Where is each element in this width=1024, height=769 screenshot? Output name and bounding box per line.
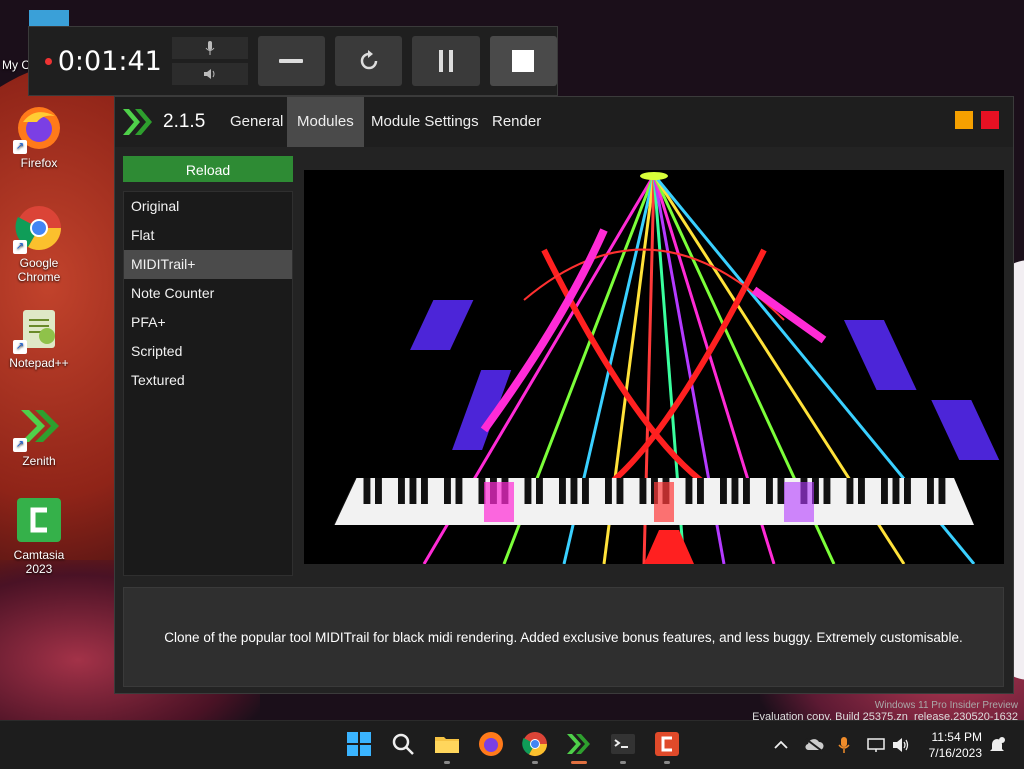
module-item-original[interactable]: Original <box>124 192 292 221</box>
terminal-icon[interactable] <box>610 731 636 757</box>
chevron-up-icon[interactable] <box>774 721 788 769</box>
taskbar: 11:54 PM 7/16/2023 <box>0 720 1024 769</box>
module-description: Clone of the popular tool MIDITrail for … <box>164 629 963 645</box>
microphone-tray-icon[interactable] <box>838 721 850 769</box>
cloud-offline-icon[interactable] <box>804 721 824 769</box>
zenith-window: 2.1.5 General Modules Module Settings Re… <box>114 96 1014 694</box>
microphone-icon[interactable] <box>171 37 248 59</box>
module-item-flat[interactable]: Flat <box>124 221 292 250</box>
system-clock[interactable]: 11:54 PM 7/16/2023 <box>918 729 982 761</box>
notepad-icon: ↗ <box>13 304 63 354</box>
title-bar[interactable]: 2.1.5 General Modules Module Settings Re… <box>115 97 1013 147</box>
recording-indicator <box>45 57 52 65</box>
module-description-panel: Clone of the popular tool MIDITrail for … <box>123 587 1004 687</box>
app-version: 2.1.5 <box>163 111 206 132</box>
desktop-icon-notepad-plus-plus[interactable]: ↗ Notepad++ <box>4 304 74 370</box>
tab-render[interactable]: Render <box>482 97 551 147</box>
zenith-icon: ↗ <box>13 402 63 452</box>
desktop-icon-firefox[interactable]: ↗ Firefox <box>4 104 74 170</box>
tab-module-settings[interactable]: Module Settings <box>361 97 489 147</box>
minimize-button[interactable] <box>955 111 973 129</box>
pause-recording-button[interactable] <box>412 36 480 86</box>
module-item-textured[interactable]: Textured <box>124 366 292 395</box>
chrome-icon: ↗ <box>13 204 63 254</box>
module-item-note-counter[interactable]: Note Counter <box>124 279 292 308</box>
stop-recording-button[interactable] <box>489 36 558 86</box>
firefox-icon: ↗ <box>13 104 63 154</box>
firefox-taskbar-icon[interactable] <box>478 731 504 757</box>
desktop-icon-zenith[interactable]: ↗ Zenith <box>4 402 74 468</box>
volume-icon[interactable] <box>892 721 910 769</box>
tab-modules[interactable]: Modules <box>287 97 364 147</box>
restart-recording-button[interactable] <box>335 36 403 86</box>
module-preview-image <box>304 170 1004 564</box>
module-list: Original Flat MIDITrail+ Note Counter PF… <box>123 191 293 576</box>
start-icon[interactable] <box>346 731 372 757</box>
zenith-logo-icon <box>123 109 155 135</box>
recording-toolbar: 0:01:41 <box>28 26 558 96</box>
search-icon[interactable] <box>390 731 416 757</box>
camtasia-taskbar-icon[interactable] <box>654 731 680 757</box>
speaker-icon[interactable] <box>171 63 248 85</box>
desktop-icon-camtasia[interactable]: Camtasia 2023 <box>4 496 74 576</box>
close-button[interactable] <box>981 111 999 129</box>
zenith-taskbar-icon[interactable] <box>566 731 592 757</box>
module-item-scripted[interactable]: Scripted <box>124 337 292 366</box>
desktop-icon-chrome[interactable]: ↗ Google Chrome <box>4 204 74 284</box>
chrome-taskbar-icon[interactable] <box>522 731 548 757</box>
camtasia-icon <box>15 496 63 544</box>
network-icon[interactable] <box>866 721 886 769</box>
tab-general[interactable]: General <box>220 97 293 147</box>
notification-icon[interactable] <box>988 721 1006 769</box>
recording-timer: 0:01:41 <box>57 45 162 77</box>
module-item-pfa-plus[interactable]: PFA+ <box>124 308 292 337</box>
module-item-miditrail-plus[interactable]: MIDITrail+ <box>124 250 292 279</box>
file-explorer-icon[interactable] <box>434 731 460 757</box>
minimize-recorder-button[interactable] <box>257 36 326 86</box>
reload-button[interactable]: Reload <box>123 156 293 182</box>
